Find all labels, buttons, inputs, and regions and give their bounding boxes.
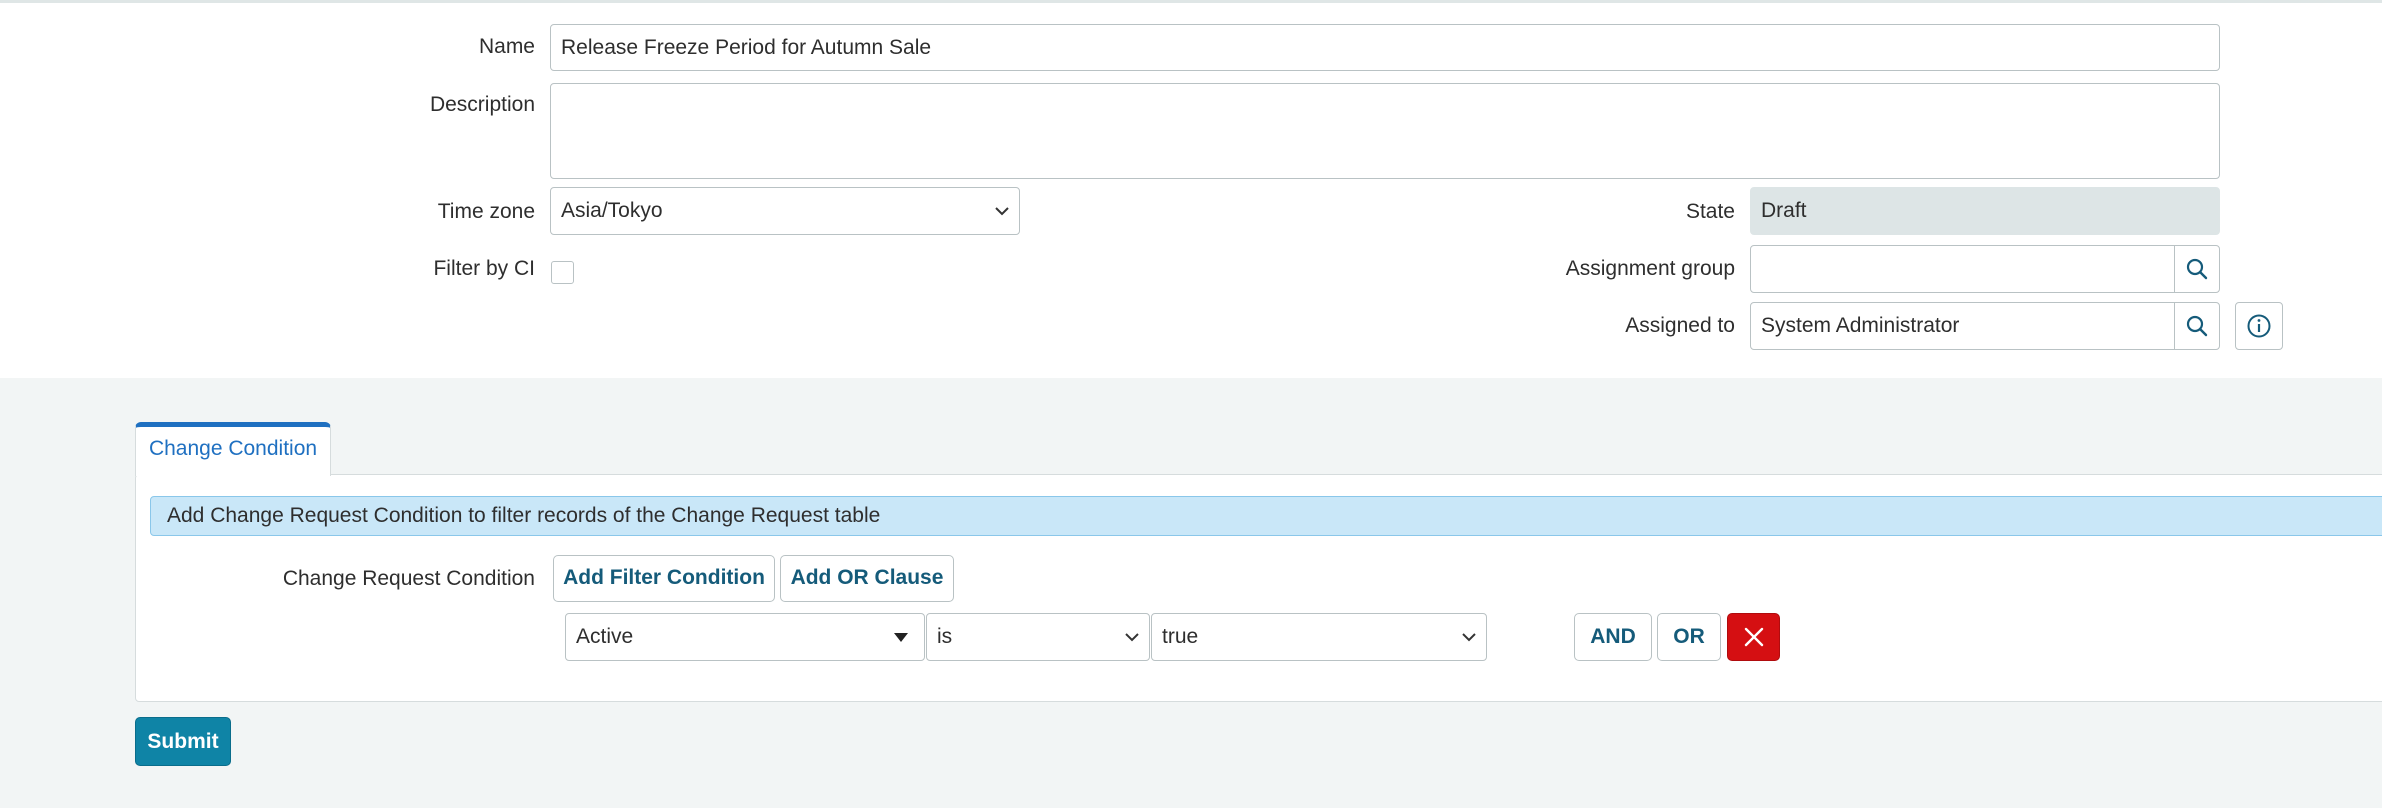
assignment-group-lookup-button[interactable] (2174, 245, 2220, 293)
caret-down-icon (894, 633, 908, 642)
chevron-down-icon (1125, 633, 1139, 642)
change-request-condition-label: Change Request Condition (282, 567, 535, 590)
assigned-to-field[interactable]: System Administrator (1750, 302, 2175, 350)
condition-value-value: true (1162, 625, 1199, 648)
description-label: Description (429, 93, 535, 116)
add-or-clause-button[interactable]: Add OR Clause (780, 555, 954, 602)
name-label: Name (478, 35, 535, 58)
filter-ci-label: Filter by CI (433, 257, 535, 280)
condition-value-select[interactable]: true (1151, 613, 1487, 661)
assigned-to-label: Assigned to (1625, 314, 1735, 337)
info-icon (2247, 314, 2271, 338)
state-label: State (1685, 200, 1735, 223)
assigned-to-info-button[interactable] (2235, 302, 2283, 350)
close-icon (1744, 627, 1764, 647)
and-button[interactable]: AND (1574, 613, 1652, 661)
name-field[interactable]: Release Freeze Period for Autumn Sale (550, 24, 2220, 71)
or-button[interactable]: OR (1657, 613, 1721, 661)
search-icon (2186, 315, 2208, 337)
search-icon (2186, 258, 2208, 280)
description-field[interactable] (550, 83, 2220, 179)
condition-operator-value: is (937, 625, 953, 648)
chevron-down-icon (995, 207, 1009, 216)
name-field-value: Release Freeze Period for Autumn Sale (561, 35, 932, 59)
condition-field-select[interactable]: Active (565, 613, 925, 661)
assignment-group-label: Assignment group (1565, 257, 1735, 280)
timezone-select[interactable]: Asia/Tokyo (550, 187, 1020, 235)
delete-condition-button[interactable] (1727, 613, 1780, 661)
assignment-group-field[interactable] (1750, 245, 2175, 293)
condition-field-value: Active (576, 625, 634, 648)
tab-change-condition[interactable]: Change Condition (135, 422, 331, 476)
condition-operator-select[interactable]: is (926, 613, 1150, 661)
state-field-value: Draft (1761, 199, 1807, 222)
add-filter-condition-button[interactable]: Add Filter Condition (553, 555, 775, 602)
condition-info-message: Add Change Request Condition to filter r… (150, 496, 2382, 536)
timezone-label: Time zone (437, 200, 535, 223)
assigned-to-field-value: System Administrator (1761, 314, 1960, 337)
state-field: Draft (1750, 187, 2220, 235)
chevron-down-icon (1462, 633, 1476, 642)
filter-ci-checkbox[interactable] (551, 261, 574, 284)
submit-button[interactable]: Submit (135, 717, 231, 766)
assigned-to-lookup-button[interactable] (2174, 302, 2220, 350)
timezone-select-value: Asia/Tokyo (561, 199, 663, 222)
